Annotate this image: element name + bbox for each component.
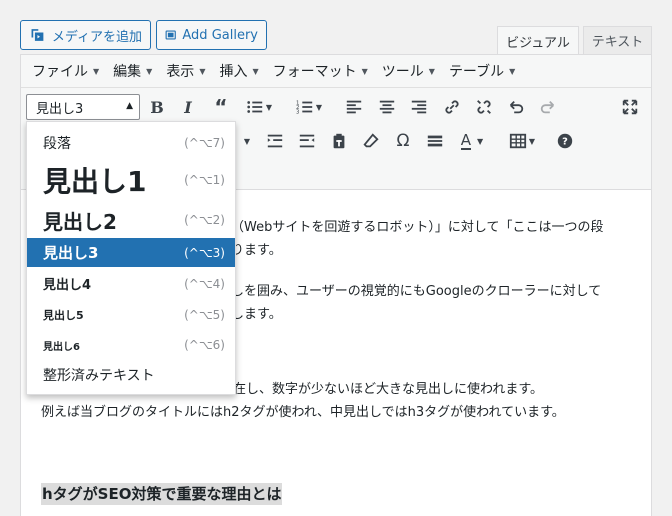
menu-insert-label: 挿入 [219, 64, 248, 80]
dropdown-item-label: 見出し2 [43, 209, 117, 234]
menubar: ファイル ▼ 編集 ▼ 表示 ▼ 挿入 ▼ フォーマット ▼ ツール ▼ テーブル ▼ [21, 55, 651, 88]
chevron-down-icon: ▼ [428, 66, 435, 76]
tab-text[interactable]: テキスト [583, 26, 652, 54]
paste-text-icon[interactable] [327, 129, 351, 153]
menu-file-label: ファイル [32, 64, 88, 80]
omega-icon[interactable]: Ω [391, 129, 415, 153]
menu-insert[interactable]: 挿入 ▼ [212, 61, 265, 81]
blockquote-icon[interactable]: “ [209, 95, 233, 119]
gallery-icon [165, 30, 176, 40]
content-line-6: 例えば当ブログのタイトルにはh2タグが使われ、中見出しではh3タグが使われていま… [41, 405, 565, 420]
indent-icon[interactable] [263, 129, 287, 153]
menu-tools[interactable]: ツール ▼ [375, 61, 442, 81]
menu-table[interactable]: テーブル ▼ [442, 61, 522, 81]
align-center-icon[interactable] [375, 95, 399, 119]
format-dropdown: 段落 (^⌥7) 見出し1 (^⌥1) 見出し2 (^⌥2) 見出し3 (^⌥3… [26, 121, 236, 395]
dropdown-item-h2[interactable]: 見出し2 (^⌥2) [27, 202, 235, 238]
dropdown-item-paragraph[interactable]: 段落 (^⌥7) [27, 128, 235, 158]
align-right-icon[interactable] [407, 95, 431, 119]
chevron-down-icon: ▼ [509, 66, 516, 76]
add-gallery-label: Add Gallery [182, 27, 258, 43]
dropdown-item-label: 段落 [43, 136, 71, 152]
shortcut-label: (^⌥6) [184, 338, 225, 352]
content-line-3: しを囲み、ユーザーの視覚的にもGoogleのクローラーに対して [231, 284, 602, 299]
menu-view-label: 表示 [166, 64, 195, 80]
chevron-down-icon: ▼ [252, 66, 259, 76]
add-media-label: メディアを追加 [51, 29, 142, 45]
content-heading: hタグがSEO対策で重要な理由とは [41, 483, 283, 505]
dropdown-item-h4[interactable]: 見出し4 (^⌥4) [27, 267, 235, 300]
dropdown-item-label: 整形済みテキスト [43, 368, 155, 384]
unlink-icon[interactable] [472, 95, 496, 119]
menu-view[interactable]: 表示 ▼ [159, 61, 212, 81]
link-icon[interactable] [440, 95, 464, 119]
chevron-down-icon: ▼ [146, 66, 153, 76]
svg-text:?: ? [562, 137, 568, 148]
undo-icon[interactable] [504, 95, 528, 119]
caret-up-icon: ▲ [126, 101, 133, 111]
menu-tools-label: ツール [381, 64, 424, 80]
add-gallery-button[interactable]: Add Gallery [156, 20, 267, 50]
shortcut-label: (^⌥7) [184, 136, 225, 150]
dropdown-item-label: 見出し3 [43, 244, 99, 262]
italic-icon[interactable]: I [176, 95, 200, 119]
content-line-2: ります。 [231, 243, 282, 258]
menu-file[interactable]: ファイル ▼ [25, 61, 106, 81]
format-select-value: 見出し3 [36, 101, 84, 117]
shortcut-label: (^⌥5) [184, 308, 225, 322]
help-icon[interactable]: ? [553, 129, 577, 153]
dropdown-item-label: 見出し6 [43, 341, 80, 353]
chevron-down-icon: ▼ [199, 66, 206, 76]
menu-format[interactable]: フォーマット ▼ [266, 61, 375, 81]
shortcut-label: (^⌥1) [184, 173, 225, 187]
chevron-down-icon: ▼ [361, 66, 368, 76]
shortcut-label: (^⌥3) [184, 245, 225, 260]
redo-icon[interactable] [536, 95, 560, 119]
format-select[interactable]: 見出し3 ▲ [26, 94, 140, 120]
dropdown-item-label: 見出し5 [43, 309, 84, 322]
dropdown-item-h5[interactable]: 見出し5 (^⌥5) [27, 300, 235, 330]
dropdown-item-h6[interactable]: 見出し6 (^⌥6) [27, 330, 235, 360]
dropdown-item-label: 見出し1 [43, 165, 147, 198]
menu-format-label: フォーマット [272, 64, 357, 80]
outdent-icon[interactable] [295, 129, 319, 153]
dropdown-item-h3[interactable]: 見出し3 (^⌥3) [27, 238, 235, 267]
menu-edit-label: 編集 [113, 64, 142, 80]
add-media-button[interactable]: メディアを追加 [20, 20, 151, 50]
dropdown-item-preformatted[interactable]: 整形済みテキスト [27, 360, 235, 390]
dropdown-item-h1[interactable]: 見出し1 (^⌥1) [27, 158, 235, 202]
content-line-4: します。 [231, 307, 282, 322]
fullscreen-icon[interactable] [618, 95, 642, 119]
text-color-icon[interactable]: A ▼ [455, 129, 489, 153]
text-color-select-icon[interactable]: ▼ [233, 129, 259, 153]
bold-icon[interactable]: B [145, 95, 169, 119]
content-line-5: 在し、数字が少ないほど大きな見出しに使われます。 [233, 382, 544, 397]
menu-table-label: テーブル [448, 64, 505, 80]
chevron-down-icon: ▼ [93, 66, 100, 76]
horizontal-line-icon[interactable] [423, 129, 447, 153]
tab-visual-label: ビジュアル [506, 35, 570, 51]
content-line-1: （Webサイトを回遊するロボット）」に対して「ここは一つの段 [231, 220, 604, 235]
numbered-list-icon[interactable]: 1 2 3 ▼ [293, 95, 325, 119]
table-icon[interactable]: ▼ [505, 129, 539, 153]
shortcut-label: (^⌥2) [184, 213, 225, 227]
align-left-icon[interactable] [342, 95, 366, 119]
menu-edit[interactable]: 編集 ▼ [106, 61, 159, 81]
shortcut-label: (^⌥4) [184, 276, 225, 291]
eraser-icon[interactable] [359, 129, 383, 153]
bullet-list-icon[interactable]: ▼ [243, 95, 275, 119]
tab-visual[interactable]: ビジュアル [497, 26, 579, 55]
tab-text-label: テキスト [591, 35, 644, 50]
media-icon [31, 29, 44, 41]
dropdown-item-label: 見出し4 [43, 278, 92, 293]
svg-text:3: 3 [296, 109, 299, 115]
